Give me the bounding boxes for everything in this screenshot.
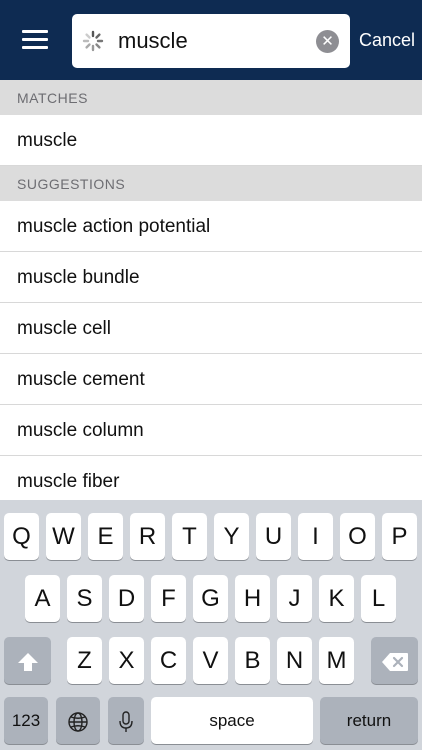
key-e[interactable]: E [88, 513, 123, 560]
hamburger-menu-icon[interactable] [22, 30, 48, 50]
key-q[interactable]: Q [4, 513, 39, 560]
key-h[interactable]: H [235, 575, 270, 622]
globe-icon [68, 711, 88, 732]
key-v[interactable]: V [193, 637, 228, 684]
numbers-key[interactable]: 123 [4, 697, 48, 744]
onscreen-keyboard: Q W E R T Y U I O P A S D F G H J K L Z … [0, 500, 422, 750]
microphone-icon [119, 710, 133, 732]
key-g[interactable]: G [193, 575, 228, 622]
key-b[interactable]: B [235, 637, 270, 684]
key-l[interactable]: L [361, 575, 396, 622]
return-key[interactable]: return [320, 697, 418, 744]
shift-arrow-icon [17, 652, 38, 671]
match-item[interactable]: muscle [0, 115, 422, 166]
search-field[interactable]: ✕ [72, 14, 350, 68]
key-o[interactable]: O [340, 513, 375, 560]
key-t[interactable]: T [172, 513, 207, 560]
cancel-button[interactable]: Cancel [359, 30, 415, 51]
suggestion-item[interactable]: muscle action potential [0, 201, 422, 252]
key-a[interactable]: A [25, 575, 60, 622]
key-c[interactable]: C [151, 637, 186, 684]
key-z[interactable]: Z [67, 637, 102, 684]
suggestions-section-header: SUGGESTIONS [0, 166, 422, 201]
key-i[interactable]: I [298, 513, 333, 560]
key-w[interactable]: W [46, 513, 81, 560]
key-j[interactable]: J [277, 575, 312, 622]
loading-spinner-icon [82, 30, 104, 52]
dictation-key[interactable] [108, 697, 144, 744]
key-s[interactable]: S [67, 575, 102, 622]
matches-section-header: MATCHES [0, 80, 422, 115]
shift-key[interactable] [4, 637, 51, 684]
backspace-icon [381, 652, 408, 671]
key-y[interactable]: Y [214, 513, 249, 560]
space-key[interactable]: space [151, 697, 313, 744]
globe-key[interactable] [56, 697, 100, 744]
top-bar: ✕ Cancel [0, 0, 422, 80]
key-d[interactable]: D [109, 575, 144, 622]
clear-search-icon[interactable]: ✕ [316, 30, 339, 53]
search-input[interactable] [118, 24, 308, 58]
key-p[interactable]: P [382, 513, 417, 560]
key-n[interactable]: N [277, 637, 312, 684]
backspace-key[interactable] [371, 637, 418, 684]
suggestion-item[interactable]: muscle bundle [0, 252, 422, 303]
key-r[interactable]: R [130, 513, 165, 560]
key-x[interactable]: X [109, 637, 144, 684]
suggestion-item[interactable]: muscle cell [0, 303, 422, 354]
key-m[interactable]: M [319, 637, 354, 684]
suggestion-item[interactable]: muscle cement [0, 354, 422, 405]
suggestion-item[interactable]: muscle column [0, 405, 422, 456]
key-k[interactable]: K [319, 575, 354, 622]
key-f[interactable]: F [151, 575, 186, 622]
key-u[interactable]: U [256, 513, 291, 560]
